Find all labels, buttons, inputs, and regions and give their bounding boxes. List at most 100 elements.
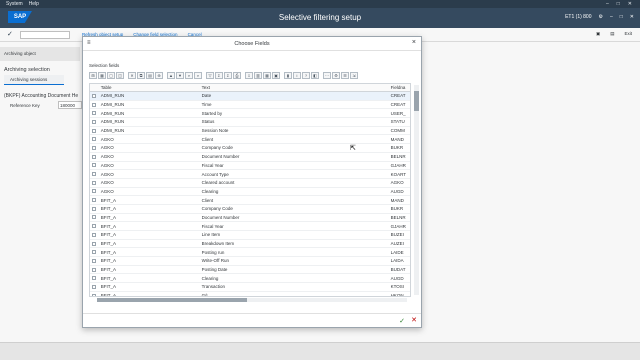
menu-icon[interactable]: ≡	[87, 40, 91, 46]
row-selector[interactable]	[90, 284, 98, 289]
checkbox[interactable]	[91, 232, 96, 237]
checkbox[interactable]	[91, 180, 96, 185]
row-selector[interactable]	[90, 189, 98, 194]
sort-ascending-icon[interactable]: ▲	[167, 72, 175, 79]
checkbox[interactable]	[91, 189, 96, 194]
checkbox[interactable]	[91, 250, 96, 255]
scroll-thumb[interactable]	[414, 91, 419, 111]
checkbox[interactable]	[91, 206, 96, 211]
minimize-icon[interactable]: –	[610, 14, 613, 20]
row-selector[interactable]	[90, 276, 98, 281]
table-row[interactable]: BFIT_A Document Number BELNR	[90, 214, 410, 223]
table-row[interactable]: BFIT_A G/L HKON	[90, 292, 410, 296]
insert-row-icon[interactable]: ⊕	[155, 72, 163, 79]
table-row[interactable]: AGKO Fiscal Year GJAHR	[90, 162, 410, 171]
row-selector[interactable]	[90, 215, 98, 220]
checkbox[interactable]	[91, 119, 96, 124]
deselect-all-icon[interactable]: ▢	[107, 72, 115, 79]
enter-icon[interactable]: ✓	[7, 30, 13, 38]
checkbox[interactable]	[91, 145, 96, 150]
table-row[interactable]: AGKO Account Type KOART	[90, 170, 410, 179]
row-selector[interactable]	[90, 93, 98, 98]
copy-icon[interactable]: ⧉	[137, 72, 145, 79]
table-row[interactable]: AGKO Company Code BUKR	[90, 144, 410, 153]
checkbox[interactable]	[91, 224, 96, 229]
find-next-icon[interactable]: ⌕	[194, 72, 202, 79]
confirm-icon[interactable]: ✓	[399, 317, 405, 325]
table-row[interactable]: AGKO Clearing AUGD	[90, 188, 410, 197]
settings-icon[interactable]: ⚙	[332, 72, 340, 79]
row-selector[interactable]	[90, 241, 98, 246]
row-selector[interactable]	[90, 163, 98, 168]
table-row[interactable]: BFIT_A Clearing AUGD	[90, 274, 410, 284]
tab-archiving-sessions[interactable]: Archiving sessions	[4, 75, 64, 85]
select-block-icon[interactable]: ◫	[116, 72, 124, 79]
table-row[interactable]: ADMI_RUN Status STATU	[90, 118, 410, 127]
sort-descending-icon[interactable]: ▼	[176, 72, 184, 79]
row-selector[interactable]	[90, 267, 98, 272]
save-layout-icon[interactable]: ▣	[272, 72, 280, 79]
checkbox[interactable]	[91, 241, 96, 246]
tab-archiving-object[interactable]: Archiving object	[0, 47, 80, 61]
row-selector[interactable]	[90, 172, 98, 177]
row-selector[interactable]	[90, 180, 98, 185]
table-row[interactable]: BFIT_A Line Item BUZEI	[90, 231, 410, 240]
row-selector[interactable]	[90, 111, 98, 116]
graphic-icon[interactable]: ▮	[284, 72, 292, 79]
select-all-icon[interactable]: ▦	[98, 72, 106, 79]
maximize-icon[interactable]: □	[620, 14, 623, 20]
row-selector[interactable]	[90, 206, 98, 211]
table-row[interactable]: ADMI_RUN Time CREAT	[90, 101, 410, 110]
table-row[interactable]: BFIT_A Posting run LAIDE	[90, 248, 410, 258]
table-row[interactable]: BFIT_A Posting Date BUDAT	[90, 266, 410, 275]
checkbox[interactable]	[91, 137, 96, 142]
column-header-table[interactable]: Table	[98, 85, 199, 90]
row-selector[interactable]	[90, 102, 98, 107]
row-selector[interactable]	[90, 198, 98, 203]
help-icon[interactable]: ?	[302, 72, 310, 79]
row-selector[interactable]	[90, 258, 98, 263]
row-selector[interactable]	[90, 232, 98, 237]
layout-icon[interactable]: ▤	[610, 31, 614, 37]
expand-icon[interactable]: ⇲	[350, 72, 358, 79]
list-icon[interactable]: ☰	[341, 72, 349, 79]
checkbox[interactable]	[91, 128, 96, 133]
checkbox[interactable]	[91, 267, 96, 272]
details-icon[interactable]: ⊞	[89, 72, 97, 79]
row-selector[interactable]	[90, 119, 98, 124]
row-selector[interactable]	[90, 250, 98, 255]
checkbox[interactable]	[91, 102, 96, 107]
checkbox[interactable]	[91, 284, 96, 289]
layout-icon[interactable]: ▥	[254, 72, 262, 79]
paste-icon[interactable]: ▤	[146, 72, 154, 79]
view-icon[interactable]: ◧	[311, 72, 319, 79]
export-icon[interactable]: ⇩	[245, 72, 253, 79]
table-row[interactable]: BFIT_A Fiscal Year GJAHR	[90, 222, 410, 231]
table-row[interactable]: BFIT_A Breakdown Item AUZEI	[90, 240, 410, 249]
close-icon[interactable]: ×	[412, 39, 416, 46]
maximize-icon[interactable]: □	[617, 1, 620, 7]
table-row[interactable]: BFIT_A Company Code BUKR	[90, 205, 410, 214]
minimize-icon[interactable]: –	[606, 1, 609, 7]
checkbox[interactable]	[91, 111, 96, 116]
filter-icon[interactable]: ▽	[206, 72, 214, 79]
close-window-icon[interactable]: ✕	[628, 1, 632, 7]
find-icon[interactable]: ⌕	[185, 72, 193, 79]
save-icon[interactable]: ▣	[596, 31, 600, 37]
command-field[interactable]	[20, 31, 70, 39]
delete-icon[interactable]: ✕	[128, 72, 136, 79]
checkbox[interactable]	[91, 163, 96, 168]
change-layout-icon[interactable]: ▦	[263, 72, 271, 79]
table-row[interactable]: BFIT_A Write-Off Run LAIDA	[90, 257, 410, 266]
vertical-scrollbar[interactable]	[414, 85, 419, 295]
print-icon[interactable]: ⎙	[233, 72, 241, 79]
row-selector[interactable]	[90, 154, 98, 159]
table-row[interactable]: BFIT_A Client MAND	[90, 196, 410, 205]
row-selector[interactable]	[90, 293, 98, 296]
menu-help[interactable]: Help	[29, 1, 39, 7]
table-row[interactable]: ADMI_RUN Started by USER_	[90, 109, 410, 119]
table-row[interactable]: AGKO Cleared account AGKO	[90, 179, 410, 188]
table-row[interactable]: ADMI_RUN Date CREAT	[90, 92, 410, 101]
column-header-field[interactable]: Fieldna	[389, 85, 410, 90]
checkbox[interactable]	[91, 154, 96, 159]
